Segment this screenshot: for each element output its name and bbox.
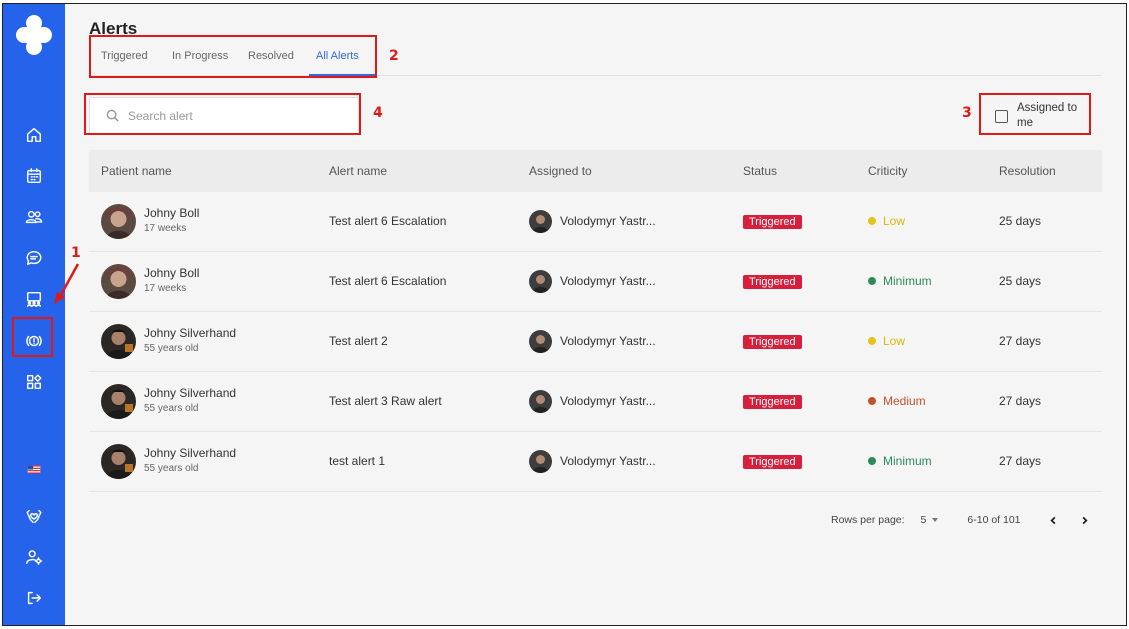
resolution: 27 days <box>999 334 1042 348</box>
alert-name: test alert 1 <box>329 454 386 468</box>
rows-per-page-value: 5 <box>920 514 927 526</box>
calendar-icon[interactable] <box>20 162 48 190</box>
resolution: 27 days <box>999 454 1042 468</box>
assignee-avatar <box>529 270 552 293</box>
patient-avatar <box>101 264 136 299</box>
table-row[interactable]: Johny Boll 17 weeks Test alert 6 Escalat… <box>89 252 1102 312</box>
patient-name: Johny Silverhand <box>144 326 237 340</box>
status-badge: Triggered <box>743 215 802 229</box>
status-badge: Triggered <box>743 335 802 349</box>
criticity: Medium <box>868 394 926 408</box>
assignee-name: Volodymyr Yastr... <box>560 394 656 408</box>
patient-subtext: 55 years old <box>144 343 199 354</box>
patient-avatar <box>101 204 136 239</box>
next-page-button[interactable] <box>1078 513 1092 527</box>
assignee-name: Volodymyr Yastr... <box>560 214 656 228</box>
team-icon[interactable] <box>20 285 48 313</box>
sidebar <box>3 4 65 625</box>
criticity: Minimum <box>868 454 932 468</box>
alert-name: Test alert 3 Raw alert <box>329 394 442 408</box>
criticity: Minimum <box>868 274 932 288</box>
annotation-box-2 <box>89 35 377 78</box>
user-settings-icon[interactable] <box>20 543 48 571</box>
care-icon[interactable] <box>20 502 48 530</box>
patients-icon[interactable] <box>20 203 48 231</box>
assignee-name: Volodymyr Yastr... <box>560 274 656 288</box>
assignee-avatar <box>529 210 552 233</box>
patient-name: Johny Silverhand <box>144 446 237 460</box>
alerts-table: Patient name Alert name Assigned to Stat… <box>89 150 1102 492</box>
logout-icon[interactable] <box>20 584 48 612</box>
page-range: 6-10 of 101 <box>967 514 1021 526</box>
annotation-box-3 <box>979 93 1091 135</box>
annotation-number-1: 1 <box>71 245 81 261</box>
criticity-dot <box>868 277 876 285</box>
assignee-name: Volodymyr Yastr... <box>560 454 656 468</box>
criticity-label: Minimum <box>883 454 932 468</box>
patient-avatar <box>101 324 136 359</box>
annotation-number-2: 2 <box>389 48 399 64</box>
chevron-right-icon <box>1082 516 1088 524</box>
assignee-name: Volodymyr Yastr... <box>560 334 656 348</box>
pagination: Rows per page: 5 6-10 of 101 <box>831 513 1092 527</box>
resolution: 27 days <box>999 394 1042 408</box>
criticity-dot <box>868 337 876 345</box>
annotation-box-1 <box>12 317 53 357</box>
criticity: Low <box>868 214 905 228</box>
annotation-arrow-icon <box>54 263 80 304</box>
rows-per-page-label: Rows per page: <box>831 514 905 526</box>
status-badge: Triggered <box>743 275 802 289</box>
annotation-number-4: 4 <box>373 105 383 121</box>
criticity-dot <box>868 457 876 465</box>
criticity-label: Minimum <box>883 274 932 288</box>
home-icon[interactable] <box>20 121 48 149</box>
table-row[interactable]: Johny Silverhand 55 years old test alert… <box>89 432 1102 492</box>
header-criticity[interactable]: Criticity <box>868 164 907 178</box>
header-status[interactable]: Status <box>743 164 777 178</box>
patient-subtext: 17 weeks <box>144 223 187 234</box>
criticity: Low <box>868 334 905 348</box>
table-row[interactable]: Johny Boll 17 weeks Test alert 6 Escalat… <box>89 192 1102 252</box>
patient-avatar <box>101 444 136 479</box>
status-badge: Triggered <box>743 395 802 409</box>
alert-name: Test alert 6 Escalation <box>329 274 447 288</box>
table-row[interactable]: Johny Silverhand 55 years old Test alert… <box>89 372 1102 432</box>
patient-name: Johny Boll <box>144 266 200 280</box>
chat-icon[interactable] <box>20 244 48 272</box>
resolution: 25 days <box>999 214 1042 228</box>
assignee-avatar <box>529 450 552 473</box>
patient-subtext: 55 years old <box>144 463 199 474</box>
table-header: Patient name Alert name Assigned to Stat… <box>89 150 1102 192</box>
criticity-label: Low <box>883 334 906 348</box>
annotation-number-3: 3 <box>962 105 972 121</box>
apps-icon[interactable] <box>20 368 48 396</box>
header-alert-name[interactable]: Alert name <box>329 164 387 178</box>
criticity-label: Medium <box>883 394 926 408</box>
patient-name: Johny Silverhand <box>144 386 237 400</box>
alert-name: Test alert 2 <box>329 334 388 348</box>
alert-name: Test alert 6 Escalation <box>329 214 447 228</box>
criticity-label: Low <box>883 214 906 228</box>
assignee-avatar <box>529 390 552 413</box>
table-row[interactable]: Johny Silverhand 55 years old Test alert… <box>89 312 1102 372</box>
patient-name: Johny Boll <box>144 206 200 220</box>
chevron-left-icon <box>1050 516 1056 524</box>
resolution: 25 days <box>999 274 1042 288</box>
header-patient-name[interactable]: Patient name <box>101 164 172 178</box>
us-flag-icon[interactable] <box>20 455 48 483</box>
assignee-avatar <box>529 330 552 353</box>
criticity-dot <box>868 397 876 405</box>
rows-per-page-select[interactable]: 5 <box>921 514 939 526</box>
header-assigned-to[interactable]: Assigned to <box>529 164 592 178</box>
criticity-dot <box>868 217 876 225</box>
app-logo <box>16 15 52 55</box>
status-badge: Triggered <box>743 455 802 469</box>
patient-subtext: 17 weeks <box>144 283 187 294</box>
chevron-down-icon <box>932 518 939 522</box>
patient-avatar <box>101 384 136 419</box>
patient-subtext: 55 years old <box>144 403 199 414</box>
annotation-box-4 <box>84 93 361 135</box>
header-resolution[interactable]: Resolution <box>999 164 1056 178</box>
prev-page-button[interactable] <box>1047 513 1061 527</box>
